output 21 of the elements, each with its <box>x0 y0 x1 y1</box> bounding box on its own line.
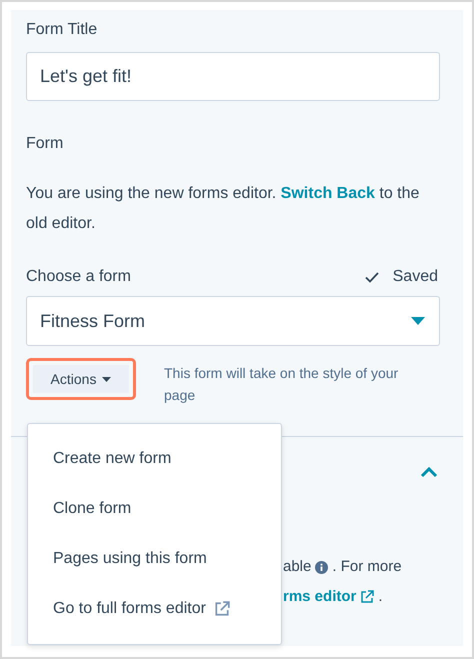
form-heading: Form <box>26 134 64 154</box>
chevron-up-icon[interactable] <box>420 467 438 478</box>
form-title-label: Form Title <box>26 20 98 40</box>
form-select[interactable]: Fitness Form <box>26 296 440 346</box>
menu-item[interactable]: Go to full forms editor <box>28 584 281 634</box>
editor-notice: You are using the new forms editor. Switch Back to the old editor. <box>26 184 420 234</box>
choose-form-label: Choose a form <box>26 267 131 287</box>
menu-item[interactable]: Clone form <box>28 484 281 534</box>
form-title-field[interactable]: Let's get fit! <box>26 52 440 101</box>
menu-item[interactable]: Create new form <box>28 434 281 484</box>
dropdown-caret-icon <box>411 317 425 325</box>
saved-status: Saved <box>392 268 438 286</box>
actions-button[interactable]: Actions <box>33 365 129 393</box>
external-link-icon <box>360 590 374 604</box>
style-hint: This form will take on the style of your page <box>164 364 400 405</box>
info-text-end: . For more <box>332 557 402 577</box>
menu-item[interactable]: Pages using this form <box>28 534 281 584</box>
info-text: able <box>283 557 312 577</box>
info-icon <box>315 560 328 574</box>
period-text: . <box>378 587 383 607</box>
caret-icon <box>102 376 112 382</box>
